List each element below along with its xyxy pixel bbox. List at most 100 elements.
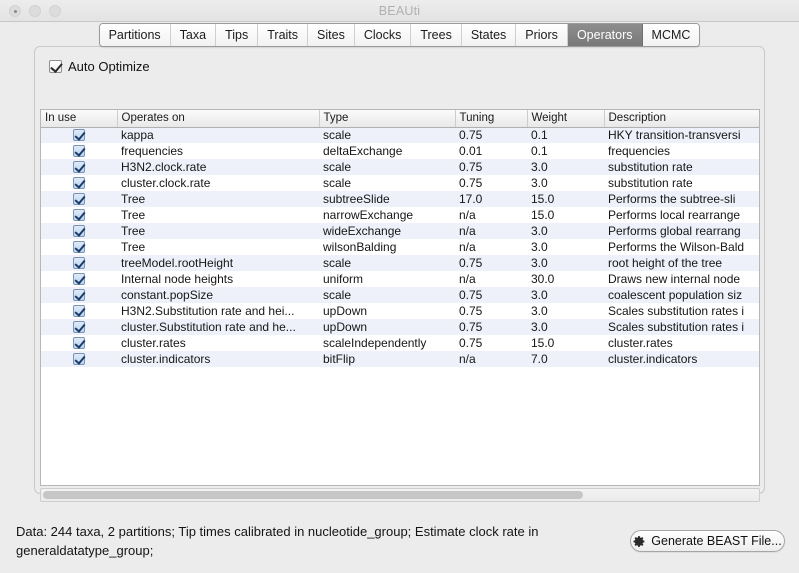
table-row[interactable]: Tree narrowExchange n/a 15.0 Performs local … bbox=[41, 207, 759, 223]
table-row[interactable]: Tree subtreeSlide 17.0 15.0 Performs the sub… bbox=[41, 191, 759, 207]
in-use-checkbox[interactable] bbox=[73, 209, 85, 221]
tab-bar: Partitions Taxa Tips Traits Sites Clocks… bbox=[0, 23, 799, 51]
table-row[interactable]: cluster.rates scaleIndependently 0.75 15.0 c… bbox=[41, 335, 759, 351]
in-use-checkbox[interactable] bbox=[73, 129, 85, 142]
cell-tuning: n/a bbox=[455, 351, 527, 367]
cell-in-use[interactable] bbox=[41, 287, 117, 303]
tab-label: Taxa bbox=[179, 28, 207, 42]
horizontal-scrollbar[interactable] bbox=[40, 488, 760, 502]
column-header-weight[interactable]: Weight bbox=[527, 110, 605, 128]
in-use-checkbox[interactable] bbox=[73, 161, 85, 173]
cell-type: subtreeSlide bbox=[319, 191, 455, 207]
close-button[interactable] bbox=[9, 5, 21, 17]
cell-in-use[interactable] bbox=[41, 255, 117, 271]
cell-type: scale bbox=[319, 175, 455, 191]
cell-description: Draws new internal node bbox=[604, 271, 759, 287]
column-header-tuning[interactable]: Tuning bbox=[455, 110, 528, 128]
generate-beast-file-button[interactable]: Generate BEAST File... bbox=[630, 530, 785, 552]
tab-strip: Partitions Taxa Tips Traits Sites Clocks… bbox=[98, 23, 701, 47]
cell-description: cluster.indicators bbox=[604, 351, 759, 367]
cell-in-use[interactable] bbox=[41, 143, 117, 159]
table-row[interactable]: Internal node heights uniform n/a 30.0 Draws… bbox=[41, 271, 759, 287]
auto-optimize-row[interactable]: Auto Optimize bbox=[49, 59, 150, 74]
cell-in-use[interactable] bbox=[41, 159, 117, 175]
cell-description: HKY transition-transversi bbox=[604, 127, 759, 143]
tab-traits[interactable]: Traits bbox=[258, 24, 309, 46]
column-header-in-use[interactable]: In use bbox=[41, 110, 118, 128]
in-use-checkbox[interactable] bbox=[73, 273, 85, 285]
tab-trees[interactable]: Trees bbox=[411, 24, 462, 46]
cell-in-use[interactable] bbox=[41, 191, 117, 207]
cell-in-use[interactable] bbox=[41, 239, 117, 255]
status-text: Data: 244 taxa, 2 partitions; Tip times … bbox=[16, 524, 539, 558]
cell-description: Performs the subtree-sli bbox=[604, 191, 759, 207]
cell-weight: 7.0 bbox=[527, 351, 604, 367]
tab-sites[interactable]: Sites bbox=[308, 24, 355, 46]
cell-in-use[interactable] bbox=[41, 127, 117, 143]
tab-clocks[interactable]: Clocks bbox=[354, 24, 412, 46]
table-row[interactable]: frequencies deltaExchange 0.01 0.1 frequenci… bbox=[41, 143, 759, 159]
zoom-button[interactable] bbox=[49, 5, 61, 17]
cell-in-use[interactable] bbox=[41, 335, 117, 351]
cell-in-use[interactable] bbox=[41, 351, 117, 367]
cell-tuning: 0.01 bbox=[455, 143, 527, 159]
cell-weight: 30.0 bbox=[527, 271, 604, 287]
tab-taxa[interactable]: Taxa bbox=[170, 24, 217, 46]
cell-in-use[interactable] bbox=[41, 223, 117, 239]
minimize-button[interactable] bbox=[29, 5, 41, 17]
cell-in-use[interactable] bbox=[41, 175, 117, 191]
cell-type: scaleIndependently bbox=[319, 335, 455, 351]
cell-tuning: n/a bbox=[455, 239, 527, 255]
tab-priors[interactable]: Priors bbox=[516, 24, 568, 46]
in-use-checkbox[interactable] bbox=[73, 177, 85, 189]
in-use-checkbox[interactable] bbox=[73, 225, 85, 237]
cell-in-use[interactable] bbox=[41, 271, 117, 287]
cell-operates-on: H3N2.Substitution rate and hei... bbox=[117, 303, 319, 319]
cell-description: substitution rate bbox=[604, 159, 759, 175]
in-use-checkbox[interactable] bbox=[73, 337, 85, 349]
tab-tips[interactable]: Tips bbox=[216, 24, 259, 46]
tab-partitions[interactable]: Partitions bbox=[99, 24, 171, 46]
cell-in-use[interactable] bbox=[41, 319, 117, 335]
cell-operates-on: Tree bbox=[117, 207, 319, 223]
cell-weight: 15.0 bbox=[527, 191, 604, 207]
table-row[interactable]: cluster.clock.rate scale 0.75 3.0 substituti… bbox=[41, 175, 759, 191]
cell-type: scale bbox=[319, 127, 455, 143]
column-header-description[interactable]: Description bbox=[604, 110, 759, 128]
in-use-checkbox[interactable] bbox=[73, 353, 85, 365]
table-row[interactable]: H3N2.Substitution rate and hei... upDown 0… bbox=[41, 303, 759, 319]
table-row[interactable]: cluster.indicators bitFlip n/a 7.0 cluster.i… bbox=[41, 351, 759, 367]
tab-label: Tips bbox=[225, 28, 249, 42]
in-use-checkbox[interactable] bbox=[73, 257, 85, 269]
tab-mcmc[interactable]: MCMC bbox=[642, 24, 700, 46]
in-use-checkbox[interactable] bbox=[73, 145, 85, 157]
tab-states[interactable]: States bbox=[461, 24, 517, 46]
cell-description: Scales substitution rates i bbox=[604, 319, 759, 335]
cell-operates-on: cluster.clock.rate bbox=[117, 175, 319, 191]
in-use-checkbox[interactable] bbox=[73, 193, 85, 205]
cell-in-use[interactable] bbox=[41, 303, 117, 319]
in-use-checkbox[interactable] bbox=[73, 289, 85, 301]
table-row[interactable]: kappa scale 0.75 0.1 HKY transition-transver… bbox=[41, 127, 759, 143]
in-use-checkbox[interactable] bbox=[73, 321, 85, 333]
cell-tuning: 0.75 bbox=[455, 159, 527, 175]
gear-icon bbox=[633, 535, 645, 547]
table-row[interactable]: Tree wideExchange n/a 3.0 Performs global re… bbox=[41, 223, 759, 239]
tab-operators[interactable]: Operators bbox=[567, 24, 643, 46]
column-header-type[interactable]: Type bbox=[319, 110, 456, 128]
table-row[interactable]: cluster.Substitution rate and he... upDow… bbox=[41, 319, 759, 335]
table-row[interactable]: H3N2.clock.rate scale 0.75 3.0 substitution … bbox=[41, 159, 759, 175]
table-row[interactable]: constant.popSize scale 0.75 3.0 coalescent p… bbox=[41, 287, 759, 303]
cell-tuning: 0.75 bbox=[455, 319, 527, 335]
cell-weight: 0.1 bbox=[527, 143, 604, 159]
tab-label: Clocks bbox=[363, 28, 402, 42]
table-row[interactable]: Tree wilsonBalding n/a 3.0 Performs the Wils… bbox=[41, 239, 759, 255]
scrollbar-thumb[interactable] bbox=[43, 491, 583, 499]
column-header-operates-on[interactable]: Operates on bbox=[117, 110, 320, 128]
in-use-checkbox[interactable] bbox=[73, 241, 85, 253]
cell-in-use[interactable] bbox=[41, 207, 117, 223]
operators-table-container[interactable]: In use Operates on Type Tuning Weight De… bbox=[40, 109, 760, 486]
in-use-checkbox[interactable] bbox=[73, 305, 85, 317]
table-row[interactable]: treeModel.rootHeight scale 0.75 3.0 root hei… bbox=[41, 255, 759, 271]
auto-optimize-checkbox[interactable] bbox=[49, 60, 62, 73]
